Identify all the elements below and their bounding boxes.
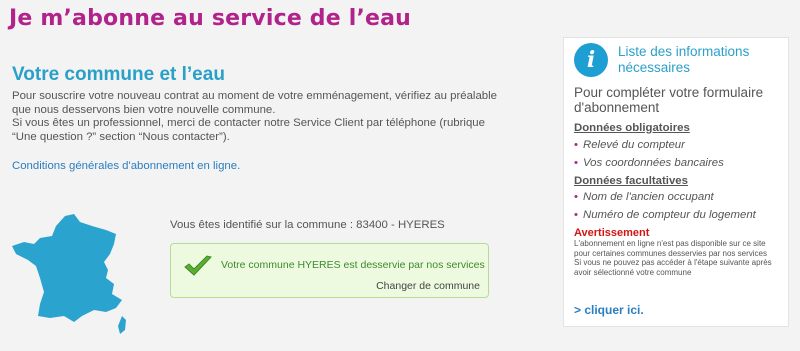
required-item-1: Relevé du compteur (583, 139, 685, 151)
list-item: • Nom de l'ancien occupant (574, 191, 714, 203)
check-icon (184, 255, 212, 276)
warning-heading: Avertissement (574, 227, 650, 239)
warning-line-2: Si vous ne pouvez pas accéder à l'étape … (574, 258, 772, 277)
info-icon: i (574, 43, 608, 77)
bullet-icon: • (574, 191, 578, 203)
change-commune-link[interactable]: Changer de commune (376, 280, 480, 292)
france-mainland-shape (12, 214, 122, 322)
sidebar-subtitle: Pour compléter votre formulaire d'abonne… (574, 85, 764, 115)
click-here-link[interactable]: > cliquer ici. (574, 303, 644, 317)
section-title: Votre commune et l’eau (12, 64, 225, 85)
page-title: Je m’abonne au service de l’eau (9, 6, 412, 31)
bullet-icon: • (574, 139, 578, 151)
corsica-shape (118, 316, 126, 334)
intro-paragraph-1: Pour souscrire votre nouveau contrat au … (12, 90, 497, 116)
france-map-icon (12, 214, 126, 334)
required-heading: Données obligatoires (574, 122, 690, 134)
optional-item-1: Nom de l'ancien occupant (583, 191, 714, 203)
conditions-link[interactable]: Conditions générales d'abonnement en lig… (12, 160, 240, 172)
intro-paragraph-2: Si vous êtes un professionnel, merci de … (12, 117, 485, 143)
commune-status-text: Votre commune HYERES est desservie par n… (221, 259, 485, 271)
info-sidebar: i Liste des informations nécessaires Pou… (563, 37, 789, 327)
list-item: • Relevé du compteur (574, 139, 685, 151)
bullet-icon: • (574, 157, 578, 169)
commune-status-box: Votre commune HYERES est desservie par n… (170, 243, 489, 298)
warning-line-1: L'abonnement en ligne n'est pas disponib… (574, 239, 767, 258)
warning-text: L'abonnement en ligne n'est pas disponib… (574, 239, 779, 277)
list-item: • Numéro de compteur du logement (574, 209, 756, 221)
optional-heading: Données facultatives (574, 175, 688, 187)
sidebar-title: Liste des informations nécessaires (618, 44, 750, 75)
optional-item-2: Numéro de compteur du logement (583, 209, 756, 221)
bullet-icon: • (574, 209, 578, 221)
required-item-2: Vos coordonnées bancaires (583, 157, 724, 169)
intro-text: Pour souscrire votre nouveau contrat au … (12, 90, 512, 144)
list-item: • Vos coordonnées bancaires (574, 157, 724, 169)
identified-commune: Vous êtes identifié sur la commune : 834… (170, 219, 445, 231)
